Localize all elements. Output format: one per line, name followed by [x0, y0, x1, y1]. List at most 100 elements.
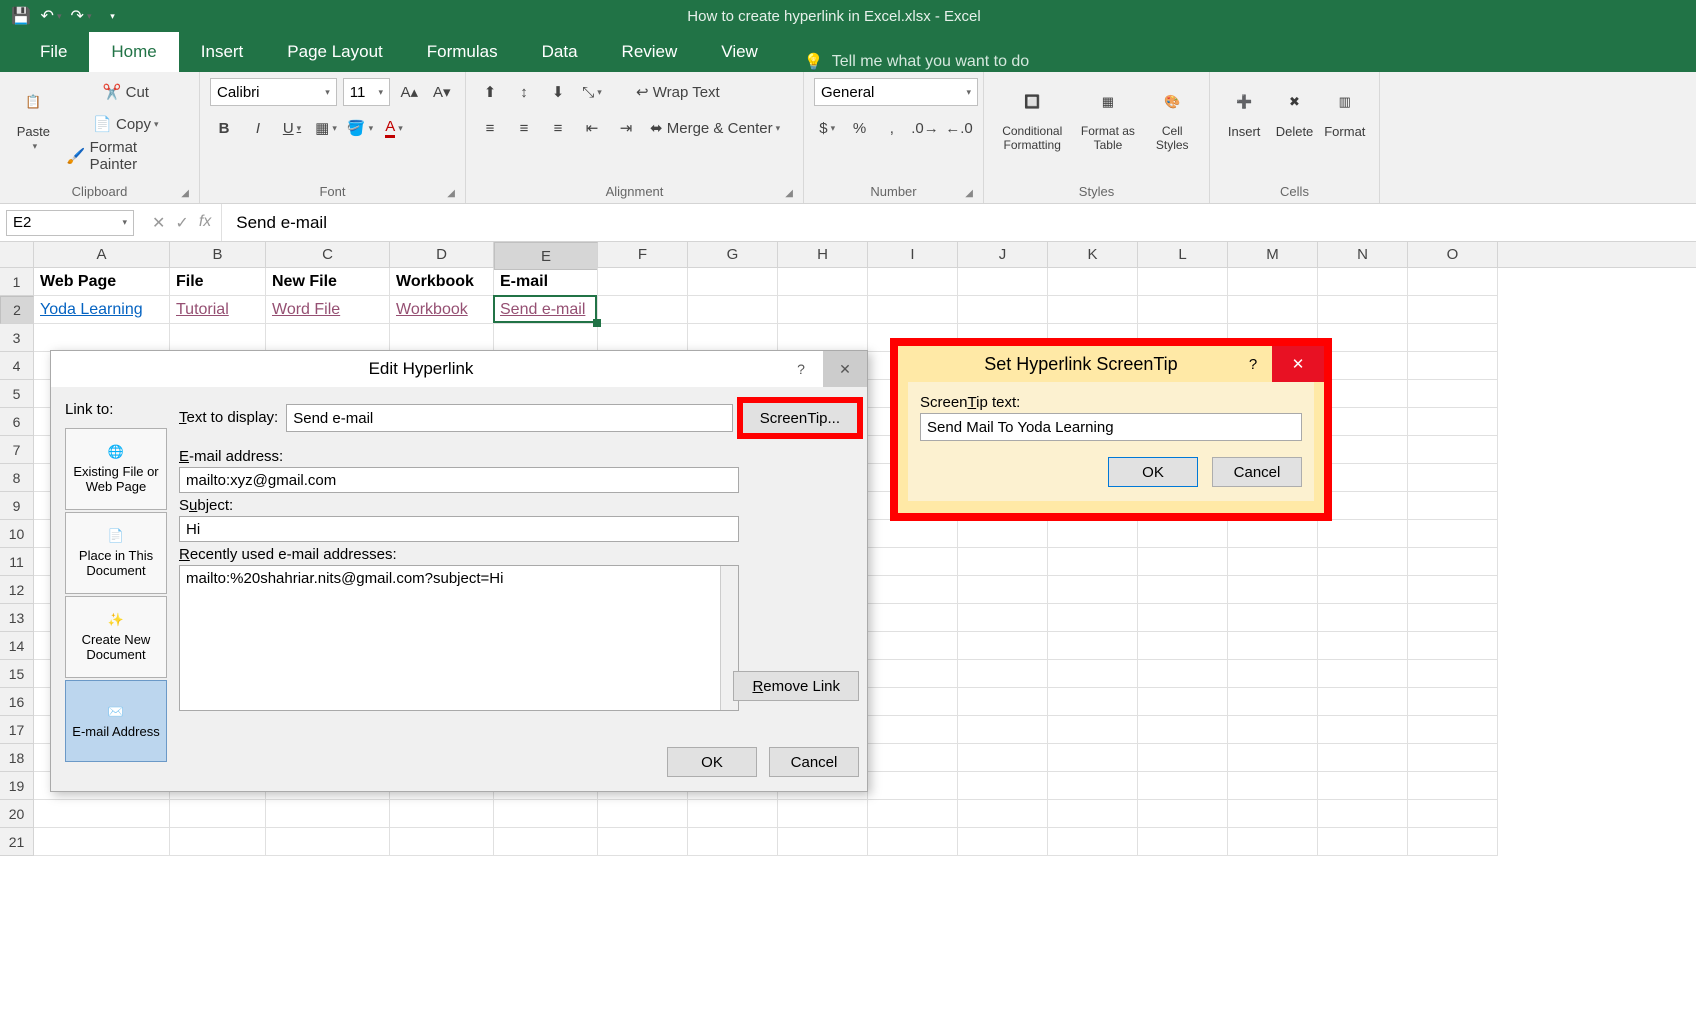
cell[interactable]	[1408, 688, 1498, 716]
linkto-existing-file[interactable]: 🌐Existing File or Web Page	[65, 428, 167, 510]
cell[interactable]	[1408, 576, 1498, 604]
cell[interactable]	[1048, 268, 1138, 296]
cancel-button[interactable]: Cancel	[769, 747, 859, 777]
cell[interactable]	[1228, 576, 1318, 604]
row-header[interactable]: 18	[0, 744, 34, 772]
cell[interactable]	[868, 772, 958, 800]
fx-icon[interactable]: fx	[199, 213, 211, 233]
cell[interactable]	[1408, 744, 1498, 772]
number-format-select[interactable]: General▾	[814, 78, 978, 106]
cell[interactable]: Send e-mail	[494, 296, 598, 324]
cell[interactable]	[958, 772, 1048, 800]
cell[interactable]	[688, 800, 778, 828]
cell[interactable]	[494, 324, 598, 352]
cell[interactable]	[868, 604, 958, 632]
format-as-table-button[interactable]: ▦Format as Table	[1074, 78, 1141, 156]
row-header[interactable]: 9	[0, 492, 34, 520]
cell[interactable]	[1228, 716, 1318, 744]
redo-icon[interactable]: ↷▾	[70, 5, 92, 27]
column-header[interactable]: F	[598, 242, 688, 267]
linkto-create-new[interactable]: ✨Create New Document	[65, 596, 167, 678]
paste-button[interactable]: 📋 Paste▾	[10, 78, 57, 170]
cell[interactable]	[1318, 548, 1408, 576]
cancel-icon[interactable]: ✕	[152, 213, 165, 233]
delete-cells-button[interactable]: ✖Delete	[1270, 78, 1318, 143]
cell[interactable]	[1408, 632, 1498, 660]
column-header[interactable]: N	[1318, 242, 1408, 267]
recent-item[interactable]: mailto:%20shahriar.nits@gmail.com?subjec…	[186, 570, 503, 587]
cell[interactable]	[1228, 604, 1318, 632]
cell[interactable]	[1138, 660, 1228, 688]
align-middle-icon[interactable]: ↕	[510, 78, 538, 106]
save-icon[interactable]: 💾	[10, 5, 32, 27]
cell[interactable]	[958, 660, 1048, 688]
row-header[interactable]: 4	[0, 352, 34, 380]
cell[interactable]	[1138, 632, 1228, 660]
column-header[interactable]: A	[34, 242, 170, 267]
name-box[interactable]: E2▾	[6, 210, 134, 236]
column-header[interactable]: B	[170, 242, 266, 267]
merge-center-button[interactable]: ⬌ Merge & Center▾	[646, 114, 784, 142]
cell[interactable]	[1048, 576, 1138, 604]
cell[interactable]	[494, 800, 598, 828]
qat-customize-icon[interactable]: ▾	[100, 5, 122, 27]
cell[interactable]	[1318, 744, 1408, 772]
column-header[interactable]: G	[688, 242, 778, 267]
recently-used-list[interactable]: mailto:%20shahriar.nits@gmail.com?subjec…	[179, 565, 739, 711]
increase-decimal-icon[interactable]: .0→	[911, 114, 939, 142]
decrease-font-icon[interactable]: A▾	[429, 78, 455, 106]
cell[interactable]	[1408, 324, 1498, 352]
format-cells-button[interactable]: ▥Format	[1321, 78, 1369, 143]
insert-cells-button[interactable]: ➕Insert	[1220, 78, 1268, 143]
cell[interactable]	[266, 324, 390, 352]
tab-formulas[interactable]: Formulas	[405, 32, 520, 72]
align-right-icon[interactable]: ≡	[544, 114, 572, 142]
row-header[interactable]: 2	[0, 296, 34, 324]
cell[interactable]	[1048, 800, 1138, 828]
formula-input[interactable]: Send e-mail	[221, 204, 1696, 241]
cell[interactable]	[1408, 800, 1498, 828]
currency-icon[interactable]: $▾	[814, 114, 840, 142]
cell[interactable]	[1408, 380, 1498, 408]
cell[interactable]	[1228, 660, 1318, 688]
cell[interactable]	[1228, 800, 1318, 828]
orientation-icon[interactable]: ⤡▾	[578, 78, 606, 106]
row-header[interactable]: 16	[0, 688, 34, 716]
column-header[interactable]: K	[1048, 242, 1138, 267]
cell[interactable]	[688, 296, 778, 324]
column-header[interactable]: J	[958, 242, 1048, 267]
column-header[interactable]: M	[1228, 242, 1318, 267]
cell[interactable]	[868, 828, 958, 856]
cell[interactable]	[34, 324, 170, 352]
cell[interactable]	[1228, 548, 1318, 576]
enter-icon[interactable]: ✓	[175, 213, 188, 233]
cell[interactable]	[1138, 772, 1228, 800]
cell[interactable]	[1048, 296, 1138, 324]
column-header[interactable]: C	[266, 242, 390, 267]
cell[interactable]	[958, 800, 1048, 828]
cell[interactable]	[1318, 520, 1408, 548]
cell[interactable]	[1408, 828, 1498, 856]
cell[interactable]	[1228, 268, 1318, 296]
cell[interactable]	[266, 828, 390, 856]
cell[interactable]	[390, 324, 494, 352]
cell[interactable]	[1048, 688, 1138, 716]
column-header[interactable]: I	[868, 242, 958, 267]
text-to-display-input[interactable]: Send e-mail	[286, 404, 732, 432]
cell[interactable]	[1228, 688, 1318, 716]
cell[interactable]	[688, 324, 778, 352]
cell[interactable]	[1138, 576, 1228, 604]
cell[interactable]	[1138, 688, 1228, 716]
cell[interactable]	[1408, 268, 1498, 296]
cell[interactable]	[34, 828, 170, 856]
dialog-launcher-icon[interactable]: ◢	[785, 188, 793, 199]
percent-icon[interactable]: %	[846, 114, 872, 142]
cell[interactable]	[688, 268, 778, 296]
dialog-launcher-icon[interactable]: ◢	[965, 188, 973, 199]
cell[interactable]	[868, 576, 958, 604]
dialog-launcher-icon[interactable]: ◢	[181, 188, 189, 199]
cell[interactable]	[390, 800, 494, 828]
dialog-titlebar[interactable]: Edit Hyperlink ? ✕	[51, 351, 867, 387]
cell[interactable]	[170, 800, 266, 828]
tab-file[interactable]: File	[18, 32, 89, 72]
